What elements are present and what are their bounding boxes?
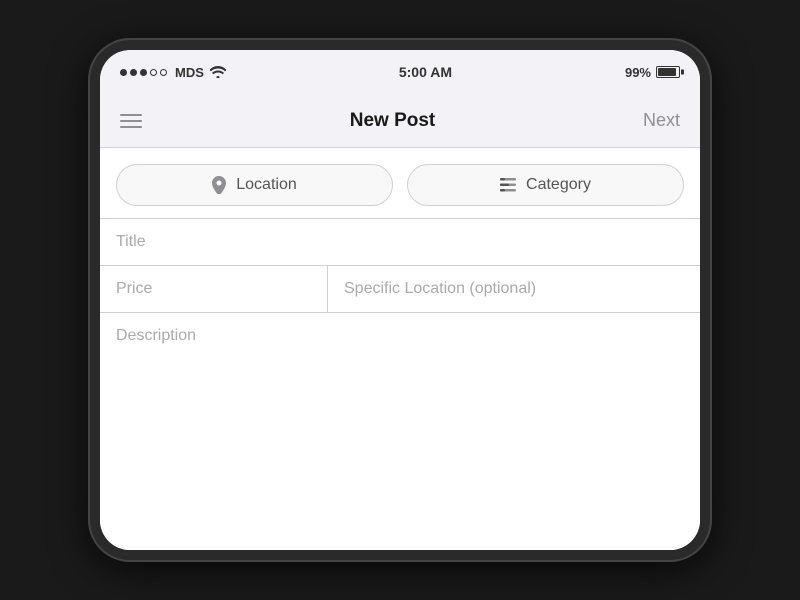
category-filter-button[interactable]: Category [407, 164, 684, 206]
status-time: 5:00 AM [399, 64, 452, 80]
battery-percent: 99% [625, 65, 651, 80]
status-bar: MDS 5:00 AM 99% [100, 50, 700, 94]
signal-dot-5 [160, 69, 167, 76]
phone-screen: MDS 5:00 AM 99% New Post Next [100, 50, 700, 550]
nav-bar: New Post Next [100, 94, 700, 148]
status-left: MDS [120, 65, 226, 80]
phone-shell: MDS 5:00 AM 99% New Post Next [90, 40, 710, 560]
price-field[interactable]: Price [100, 266, 328, 312]
battery-icon [656, 66, 680, 78]
content-area: Location Category Title [100, 148, 700, 550]
filter-row: Location Category [100, 148, 700, 218]
next-button[interactable]: Next [643, 110, 680, 131]
page-title: New Post [350, 110, 436, 132]
category-icon [500, 178, 516, 192]
specific-location-field[interactable]: Specific Location (optional) [328, 266, 700, 312]
hamburger-line-3 [120, 126, 142, 128]
battery-fill [658, 68, 676, 76]
price-placeholder: Price [116, 280, 152, 297]
signal-dot-2 [130, 69, 137, 76]
wifi-icon [210, 66, 226, 78]
location-filter-button[interactable]: Location [116, 164, 393, 206]
signal-dot-4 [150, 69, 157, 76]
menu-icon[interactable] [120, 114, 142, 128]
title-field[interactable]: Title [100, 218, 700, 265]
signal-dot-3 [140, 69, 147, 76]
hamburger-line-1 [120, 114, 142, 116]
hamburger-line-2 [120, 120, 142, 122]
specific-location-placeholder: Specific Location (optional) [344, 280, 536, 297]
location-filter-label: Location [236, 176, 297, 194]
description-field[interactable]: Description [100, 312, 700, 550]
location-pin-icon [212, 176, 226, 194]
description-placeholder: Description [116, 327, 196, 344]
carrier-label: MDS [175, 65, 204, 80]
signal-dots [120, 69, 167, 76]
status-right: 99% [625, 65, 680, 80]
title-placeholder: Title [116, 233, 146, 250]
signal-dot-1 [120, 69, 127, 76]
category-filter-label: Category [526, 176, 591, 194]
price-location-row: Price Specific Location (optional) [100, 265, 700, 312]
